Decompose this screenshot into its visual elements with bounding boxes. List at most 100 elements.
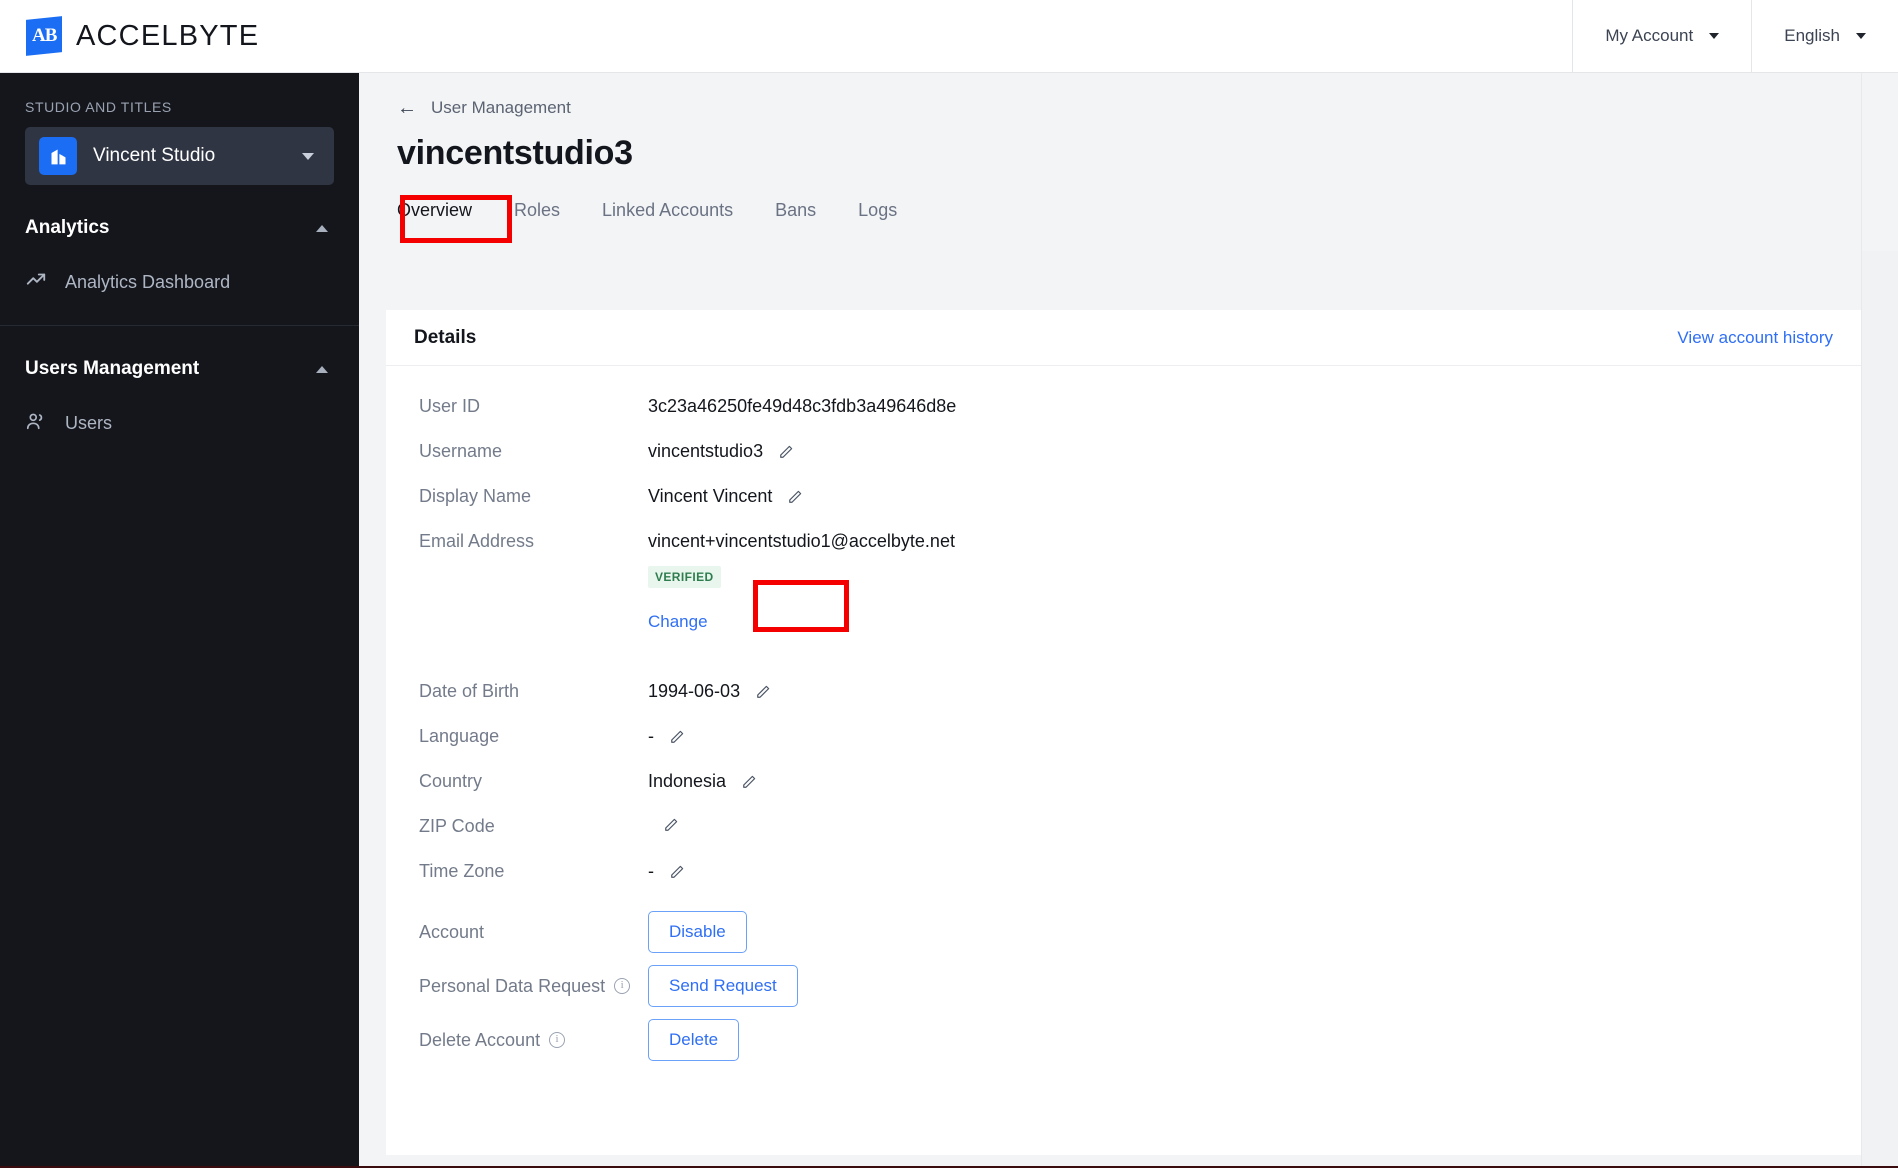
chevron-down-icon <box>1856 33 1866 39</box>
view-account-history-link[interactable]: View account history <box>1677 328 1833 348</box>
row-label: Account <box>419 921 485 942</box>
chevron-down-icon <box>1709 33 1720 39</box>
tab-bans[interactable]: Bans <box>775 200 816 233</box>
accelbyte-logo[interactable]: AB ACCELBYTE <box>0 16 260 56</box>
main-scroll-region: ← User Management vincentstudio3 Overvie… <box>359 73 1898 1168</box>
tab-linked-accounts[interactable]: Linked Accounts <box>602 200 733 233</box>
edit-pencil-icon[interactable] <box>786 488 804 506</box>
vertical-scrollbar[interactable] <box>1862 251 1898 1168</box>
row-label: Language <box>419 726 500 746</box>
building-icon <box>39 137 77 175</box>
row-value-group: Vincent Vincent <box>648 484 804 507</box>
row-label: Display Name <box>419 486 532 506</box>
sidebar-item-label: Analytics Dashboard <box>65 271 231 292</box>
row-country: Country Indonesia <box>386 769 1861 814</box>
username-value: vincentstudio3 <box>648 441 764 461</box>
tab-logs[interactable]: Logs <box>858 200 897 233</box>
delete-account-button[interactable]: Delete <box>648 1019 740 1061</box>
email-value: vincent+vincentstudio1@accelbyte.net <box>648 531 955 551</box>
studio-selector[interactable]: Vincent Studio <box>25 127 334 185</box>
edit-pencil-icon[interactable] <box>662 816 680 834</box>
sidebar-section-title: Analytics <box>25 217 110 238</box>
arrow-left-icon: ← <box>397 97 417 119</box>
header-right-controls: My Account English <box>1572 0 1898 73</box>
edit-pencil-icon[interactable] <box>668 863 686 881</box>
row-label: Date of Birth <box>419 681 520 701</box>
details-card: Details View account history User ID 3c2… <box>386 310 1861 1155</box>
chevron-down-icon <box>302 152 314 160</box>
edit-pencil-icon[interactable] <box>668 728 686 746</box>
language-label: English <box>1784 26 1840 45</box>
details-card-header: Details View account history <box>386 310 1861 366</box>
timezone-value: - <box>648 861 654 881</box>
row-account: Account Disable <box>386 907 1861 955</box>
sidebar-item-label: Users <box>65 412 113 433</box>
change-email-button[interactable]: Change <box>648 612 708 632</box>
row-email-address: Email Address vincent+vincentstudio1@acc… <box>386 529 1861 679</box>
send-request-button[interactable]: Send Request <box>648 965 798 1007</box>
row-value-group: Indonesia <box>648 769 758 792</box>
email-value-group: vincent+vincentstudio1@accelbyte.net VER… <box>648 529 955 632</box>
row-label: User ID <box>419 396 481 416</box>
breadcrumb-label: User Management <box>431 98 571 117</box>
row-zip-code: ZIP Code <box>386 814 1861 859</box>
sidebar-item-analytics-dashboard[interactable]: Analytics Dashboard <box>0 257 359 307</box>
row-date-of-birth: Date of Birth 1994-06-03 <box>386 679 1861 724</box>
row-language: Language - <box>386 724 1861 769</box>
sidebar-navigation: STUDIO AND TITLES Vincent Studio Analyti… <box>0 73 359 1168</box>
accelbyte-logo-icon: AB <box>26 16 62 56</box>
application-root: AB ACCELBYTE My Account English STUDIO A… <box>0 0 1898 1168</box>
dob-value: 1994-06-03 <box>648 681 741 701</box>
row-label: ZIP Code <box>419 816 495 836</box>
sidebar-item-users[interactable]: Users <box>0 398 359 448</box>
breadcrumb-back-link[interactable]: ← User Management <box>397 98 1898 118</box>
details-title: Details <box>414 326 477 348</box>
pdr-label-text: Personal Data Request <box>419 975 606 996</box>
row-label: Personal Data Request i <box>386 974 648 997</box>
row-value-group: - <box>648 859 686 882</box>
row-value-group: Disable <box>648 909 747 953</box>
row-display-name: Display Name Vincent Vincent <box>386 484 1861 529</box>
page-title: vincentstudio3 <box>397 134 633 172</box>
info-icon[interactable]: i <box>614 978 631 994</box>
top-header-bar: AB ACCELBYTE My Account English <box>0 0 1898 73</box>
row-value-group: vincentstudio3 <box>648 439 795 462</box>
sidebar-section-users-management[interactable]: Users Management <box>0 340 359 398</box>
row-value-group: - <box>648 724 686 747</box>
edit-pencil-icon[interactable] <box>777 443 795 461</box>
row-value-group <box>648 814 680 834</box>
row-label: Email Address <box>419 531 535 551</box>
studio-name-label: Vincent Studio <box>93 145 216 166</box>
display-name-value: Vincent Vincent <box>648 486 773 506</box>
row-value: 3c23a46250fe49d48c3fdb3a49646d8e <box>648 396 957 416</box>
delete-label-text: Delete Account <box>419 1029 541 1050</box>
sidebar-section-analytics[interactable]: Analytics <box>0 199 359 257</box>
row-value-group: Delete <box>648 1017 740 1061</box>
edit-pencil-icon[interactable] <box>754 683 772 701</box>
disable-account-button[interactable]: Disable <box>648 911 747 953</box>
country-value: Indonesia <box>648 771 727 791</box>
row-value-group: Send Request <box>648 963 798 1007</box>
studio-section-label: STUDIO AND TITLES <box>25 99 172 115</box>
users-icon <box>25 410 47 437</box>
main-content-area: ← User Management vincentstudio3 Overvie… <box>359 73 1898 1168</box>
sidebar-divider <box>0 325 359 326</box>
tab-bar: Overview Roles Linked Accounts Bans Logs <box>397 200 1898 233</box>
language-menu[interactable]: English <box>1751 0 1898 73</box>
tab-roles[interactable]: Roles <box>514 200 560 233</box>
my-account-menu[interactable]: My Account <box>1572 0 1751 73</box>
row-label: Country <box>419 771 483 791</box>
row-user-id: User ID 3c23a46250fe49d48c3fdb3a49646d8e <box>386 394 1861 439</box>
brand-wordmark: ACCELBYTE <box>76 19 260 52</box>
info-icon[interactable]: i <box>549 1032 566 1048</box>
row-label: Username <box>419 441 503 461</box>
language-value: - <box>648 726 654 746</box>
chevron-up-icon <box>316 224 328 232</box>
edit-pencil-icon[interactable] <box>740 773 758 791</box>
row-personal-data-request: Personal Data Request i Send Request <box>386 961 1861 1009</box>
row-time-zone: Time Zone - <box>386 859 1861 907</box>
row-delete-account: Delete Account i Delete <box>386 1015 1861 1063</box>
tab-overview[interactable]: Overview <box>397 200 472 233</box>
page-header: ← User Management vincentstudio3 Overvie… <box>359 73 1898 233</box>
logo-monogram: AB <box>31 25 57 46</box>
